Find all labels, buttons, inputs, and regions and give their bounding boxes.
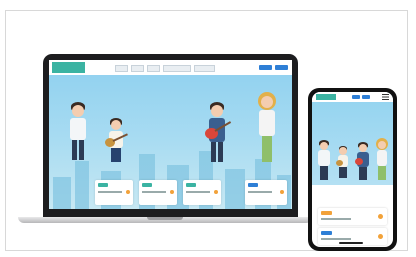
site-header (49, 60, 292, 75)
card-text (186, 191, 210, 193)
circle-arrow-icon (170, 190, 174, 194)
card-text (248, 191, 272, 193)
site-logo[interactable] (52, 62, 85, 73)
info-card[interactable] (318, 208, 387, 225)
circle-arrow-icon (378, 214, 383, 219)
character-with-guitar (201, 102, 235, 164)
info-card[interactable] (139, 180, 177, 205)
card-tag (98, 183, 108, 187)
card-text (321, 238, 351, 240)
header-button[interactable] (352, 95, 360, 99)
laptop-mockup (43, 54, 298, 217)
info-card[interactable] (183, 180, 221, 205)
home-indicator (339, 242, 363, 244)
card-tag (321, 211, 332, 215)
site-nav (115, 65, 215, 72)
header-button[interactable] (259, 65, 272, 70)
card-text (98, 191, 122, 193)
nav-item[interactable] (131, 65, 144, 72)
circle-arrow-icon (378, 234, 383, 239)
info-card[interactable] (95, 180, 133, 205)
smartphone-mockup (308, 88, 397, 251)
character-with-guitar (334, 146, 352, 180)
hamburger-menu-icon[interactable] (382, 94, 389, 100)
header-button[interactable] (275, 65, 288, 70)
info-card[interactable] (245, 180, 287, 205)
character-illustration (374, 138, 390, 182)
card-tag (248, 183, 258, 187)
character-illustration (316, 140, 332, 182)
circle-arrow-icon (126, 190, 130, 194)
character-illustration (67, 102, 89, 162)
nav-item[interactable] (147, 65, 160, 72)
site-logo[interactable] (316, 94, 336, 100)
nav-item[interactable] (163, 65, 191, 72)
circle-arrow-icon (280, 190, 284, 194)
nav-item[interactable] (115, 65, 128, 72)
card-tag (321, 231, 332, 235)
phone-website-screenshot (312, 92, 393, 247)
character-illustration (255, 92, 279, 164)
card-tag (186, 183, 196, 187)
nav-item[interactable] (194, 65, 215, 72)
character-with-guitar (101, 118, 131, 164)
character-with-guitar (354, 142, 372, 182)
laptop-website-screenshot (49, 60, 292, 209)
phone-site-header (312, 92, 393, 102)
card-tag (142, 183, 152, 187)
laptop-notch (147, 217, 183, 220)
card-text (321, 218, 351, 220)
card-text (142, 191, 166, 193)
header-button[interactable] (362, 95, 370, 99)
circle-arrow-icon (214, 190, 218, 194)
